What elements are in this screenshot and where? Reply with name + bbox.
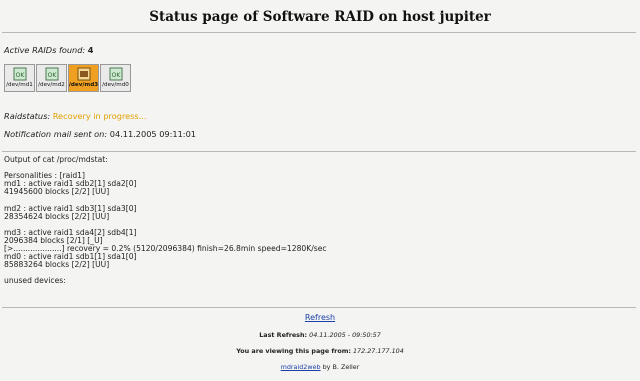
svg-text:OK: OK: [15, 72, 25, 79]
device-label: /dev/md1: [6, 82, 33, 88]
refresh-row: Refresh: [0, 313, 640, 322]
raid-status: Raidstatus: Recovery in progress...: [4, 111, 147, 121]
viewing-from-value: 172.27.177.104: [352, 347, 404, 355]
active-raids-count: 4: [87, 45, 94, 55]
viewing-from: You are viewing this page from: 172.27.1…: [0, 347, 640, 355]
svg-text:OK: OK: [47, 72, 57, 79]
mdraid2web-link[interactable]: mdraid2web: [281, 363, 321, 371]
mdstat-line: unused devices:: [4, 276, 66, 286]
active-raids: Active RAIDs found: 4: [4, 45, 94, 55]
footer-author: by B. Zeller: [322, 363, 360, 371]
raid-device-md2[interactable]: OK /dev/md2: [36, 64, 67, 92]
disk-ok-icon: OK: [109, 67, 122, 81]
raid-status-value: Recovery in progress...: [52, 111, 147, 121]
disk-ok-icon: OK: [45, 67, 58, 81]
last-refresh-label: Last Refresh:: [259, 331, 308, 339]
mdstat-heading: Output of cat /proc/mdstat:: [4, 155, 108, 164]
disk-recovery-icon: [77, 67, 90, 81]
footer: mdraid2web by B. Zeller: [0, 363, 640, 371]
mdstat-line: 41945600 blocks [2/2] [UU]: [4, 187, 110, 197]
active-raids-label: Active RAIDs found:: [4, 45, 86, 55]
device-label: /dev/md0: [102, 82, 129, 88]
notification-value: 04.11.2005 09:11:01: [109, 129, 196, 139]
notification-label: Notification mail sent on:: [4, 129, 108, 139]
svg-text:OK: OK: [111, 72, 121, 79]
notification-info: Notification mail sent on: 04.11.2005 09…: [4, 129, 196, 139]
disk-ok-icon: OK: [13, 67, 26, 81]
raid-device-md1[interactable]: OK /dev/md1: [4, 64, 35, 92]
raid-status-label: Raidstatus:: [4, 111, 51, 121]
mdstat-line: 85883264 blocks [2/2] [UU]: [4, 260, 110, 270]
raid-device-md0[interactable]: OK /dev/md0: [100, 64, 131, 92]
refresh-link[interactable]: Refresh: [305, 313, 335, 322]
raid-device-list: OK /dev/md1 OK /dev/md2 /dev/md3 OK /dev…: [4, 64, 131, 92]
viewing-from-label: You are viewing this page from:: [236, 347, 351, 355]
divider: [2, 32, 636, 33]
divider: [2, 151, 636, 152]
divider: [2, 307, 636, 308]
last-refresh-value: 04.11.2005 - 09:50:57: [309, 331, 381, 339]
page-title: Status page of Software RAID on host jup…: [149, 9, 491, 25]
device-label: /dev/md2: [38, 82, 65, 88]
raid-device-md3[interactable]: /dev/md3: [68, 64, 99, 92]
last-refresh: Last Refresh: 04.11.2005 - 09:50:57: [0, 331, 640, 339]
mdstat-line: 28354624 blocks [2/2] [UU]: [4, 211, 110, 221]
mdstat-output: Output of cat /proc/mdstat: Personalitie…: [4, 155, 327, 286]
device-label: /dev/md3: [68, 82, 99, 88]
